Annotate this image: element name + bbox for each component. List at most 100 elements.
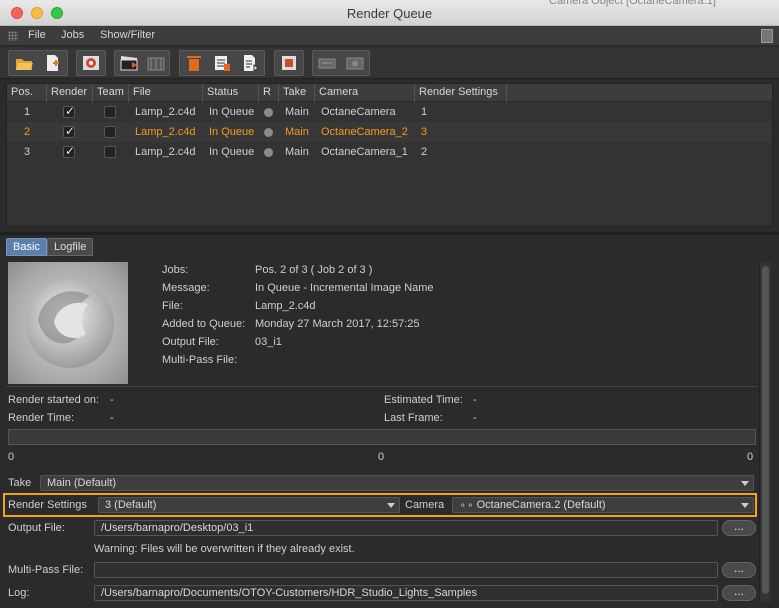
render-checkbox[interactable] [63, 104, 75, 118]
start-render-icon[interactable] [118, 53, 140, 73]
team-checkbox[interactable] [104, 126, 116, 138]
chevron-down-icon [741, 481, 749, 486]
jobs-value: Pos. 2 of 3 ( Job 2 of 3 ) [255, 264, 373, 276]
multipass-file-field[interactable] [94, 562, 718, 578]
col-team[interactable]: Team [93, 84, 129, 102]
menu-show-filter[interactable]: Show/Filter [100, 29, 155, 41]
toolbar-group-render [114, 50, 170, 76]
col-render[interactable]: Render [47, 84, 93, 102]
progress-start: 0 [8, 451, 15, 463]
added-value: Monday 27 March 2017, 12:57:25 [255, 318, 420, 330]
row-take: Main [285, 106, 309, 118]
message-value: In Queue - Incremental Image Name [255, 282, 434, 294]
progress-mid: 0 [378, 451, 385, 463]
render-view-icon[interactable] [80, 53, 102, 73]
row-take: Main [285, 126, 309, 138]
table-row[interactable]: 3 Lamp_2.c4d In Queue Main OctaneCamera_… [7, 142, 772, 162]
row-pos: 3 [24, 146, 31, 158]
col-status[interactable]: Status [203, 84, 259, 102]
progress-end: 0 [747, 451, 754, 463]
message-label: Message: [162, 282, 210, 294]
log-label: Log: [8, 587, 30, 599]
open-file-icon[interactable] [13, 53, 35, 73]
render-all-icon[interactable] [145, 53, 167, 73]
row-settings: 2 [421, 146, 428, 158]
row-camera: OctaneCamera_1 [321, 146, 408, 158]
render-started-label: Render started on: [8, 394, 100, 406]
camera-icon[interactable] [344, 53, 366, 73]
multipass-setting-label: Multi-Pass File: [8, 564, 84, 576]
toolbar-group-edit [179, 50, 265, 76]
team-checkbox[interactable] [104, 146, 116, 158]
row-status: In Queue [209, 126, 255, 138]
delete-icon[interactable] [183, 53, 205, 73]
toolbar-group-team [312, 50, 370, 76]
row-file: Lamp_2.c4d [135, 146, 196, 158]
browse-multipass-button[interactable]: ... [722, 562, 756, 578]
menu-file[interactable]: File [28, 29, 46, 41]
take-label: Take [8, 477, 32, 489]
col-file[interactable]: File [129, 84, 203, 102]
take-dropdown[interactable]: Main (Default) [40, 475, 754, 491]
menu-jobs[interactable]: Jobs [61, 29, 84, 41]
panel-menu-icon[interactable] [761, 29, 773, 43]
team-checkbox[interactable] [104, 106, 116, 118]
tab-logfile[interactable]: Logfile [47, 238, 94, 256]
render-preview-thumbnail [8, 262, 128, 384]
row-settings: 1 [421, 106, 428, 118]
toolbar-group-file [8, 50, 68, 76]
row-pos: 1 [24, 106, 31, 118]
status-dot-icon [264, 108, 273, 117]
estimated-time-label: Estimated Time: [384, 394, 463, 406]
table-row[interactable]: 1 Lamp_2.c4d In Queue Main OctaneCamera … [7, 102, 772, 122]
title-bar: Render Queue Camera Object [OctaneCamera… [0, 0, 779, 26]
background-window-title: Camera Object [OctaneCamera.1] [549, 0, 716, 7]
add-file-icon[interactable] [41, 53, 63, 73]
render-checkbox[interactable] [63, 144, 75, 158]
stop-icon[interactable] [278, 53, 300, 73]
render-started-value: - [110, 394, 114, 406]
row-camera: OctaneCamera_2 [321, 126, 408, 138]
last-frame-label: Last Frame: [384, 412, 443, 424]
output-file-field[interactable]: /Users/barnapro/Desktop/03_i1 [94, 520, 718, 536]
col-r[interactable]: R [259, 84, 279, 102]
status-dot-icon [264, 128, 273, 137]
status-dot-icon [264, 148, 273, 157]
col-camera[interactable]: Camera [315, 84, 415, 102]
added-label: Added to Queue: [162, 318, 246, 330]
edit-icon[interactable] [239, 53, 261, 73]
jobs-label: Jobs: [162, 264, 189, 276]
multipass-file-label: Multi-Pass File: [162, 354, 238, 366]
delete-all-icon[interactable] [211, 53, 233, 73]
toolbar-group-view [76, 50, 106, 76]
grip-icon[interactable] [8, 31, 18, 41]
scrollbar-thumb[interactable] [762, 266, 769, 594]
window-title: Render Queue [346, 6, 433, 21]
render-checkbox[interactable] [63, 124, 75, 138]
row-status: In Queue [209, 106, 255, 118]
menu-bar: File Jobs Show/Filter [0, 26, 779, 46]
row-file: Lamp_2.c4d [135, 106, 196, 118]
row-pos: 2 [24, 126, 31, 138]
estimated-time-value: - [473, 394, 477, 406]
col-pos[interactable]: Pos. [7, 84, 47, 102]
browse-log-button[interactable]: ... [722, 585, 756, 601]
toolbar [0, 47, 779, 79]
row-take: Main [285, 146, 309, 158]
col-take[interactable]: Take [279, 84, 315, 102]
network-icon[interactable] [316, 53, 338, 73]
output-file-value: 03_i1 [255, 336, 282, 348]
last-frame-value: - [473, 412, 477, 424]
tab-basic[interactable]: Basic [6, 238, 47, 256]
details-scrollbar[interactable] [759, 262, 771, 602]
browse-output-button[interactable]: ... [722, 520, 756, 536]
panel-splitter[interactable] [0, 232, 779, 235]
job-details-panel: Jobs: Pos. 2 of 3 ( Job 2 of 3 ) Message… [6, 256, 758, 602]
output-file-setting-label: Output File: [8, 522, 65, 534]
col-render-settings[interactable]: Render Settings [415, 84, 507, 102]
render-time-label: Render Time: [8, 412, 75, 424]
take-value: Main (Default) [47, 477, 117, 489]
log-file-field[interactable]: /Users/barnapro/Documents/OTOY-Customers… [94, 585, 718, 601]
divider [6, 386, 758, 387]
table-row-selected[interactable]: 2 Lamp_2.c4d In Queue Main OctaneCamera_… [7, 122, 772, 142]
